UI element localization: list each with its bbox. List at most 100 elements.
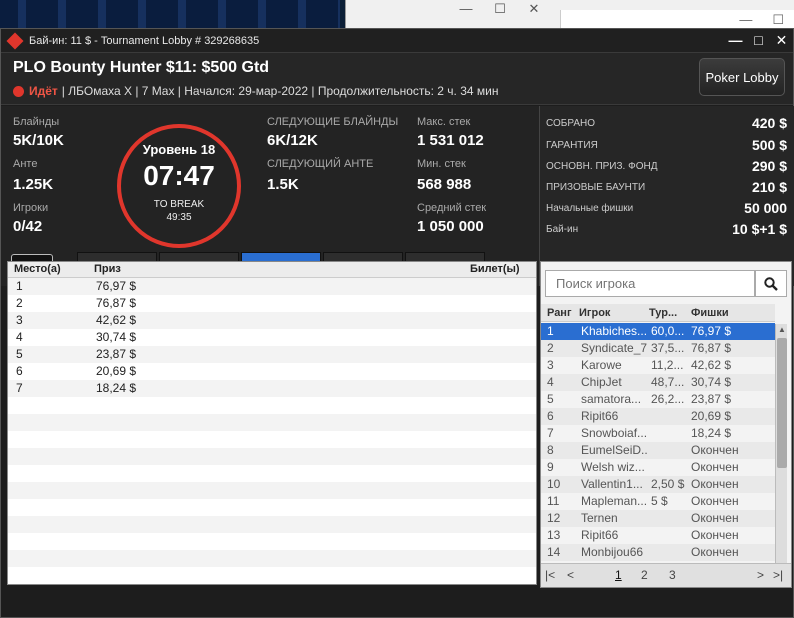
close-icon[interactable]: ✕ [770,32,793,49]
bg-maximize-icon[interactable]: ☐ [490,0,510,18]
next-page-icon[interactable]: > [757,568,764,582]
empty-row [8,567,536,584]
payout-row: 2 76,87 $ [8,295,536,312]
player-chips: 76,87 $ [691,341,732,355]
level-label: Уровень 18 [142,142,216,157]
col-place[interactable]: Место(а) [14,263,61,275]
player-row[interactable]: 6 Ripit66 20,69 $ [541,408,775,425]
payout-row: 1 76,97 $ [8,278,536,295]
payout-place: 1 [16,279,23,293]
level-timer: Уровень 18 07:47 TO BREAK 49:35 [117,124,241,248]
player-row[interactable]: 14 Monbijou66 Окончен [541,544,775,561]
poker-lobby-button[interactable]: Poker Lobby [699,58,785,96]
player-tour: 60,0... [651,324,685,338]
page-1[interactable]: 1 [615,568,622,582]
payout-prize: 20,69 $ [96,364,137,378]
search-button[interactable] [755,270,787,297]
bg-minimize-icon[interactable]: — [456,0,476,18]
player-rank: 10 [547,477,561,491]
players-header: Ранг Игрок Тур... Фишки [541,304,775,322]
prize-label: ПРИЗОВЫЕ БАУНТИ [546,181,646,193]
player-chips: 42,62 $ [691,358,732,372]
player-tour: 5 $ [651,494,668,508]
min-stack-label: Мин. стек [417,158,466,170]
player-row[interactable]: 8 EumelSeiD... Окончен [541,442,775,459]
player-row[interactable]: 3 Karowe 11,2... 42,62 $ [541,357,775,374]
empty-row [8,533,536,550]
scroll-thumb[interactable] [777,338,787,468]
player-chips: Окончен [691,443,739,457]
player-tour: 11,2... [651,358,684,372]
player-search-input[interactable] [545,270,755,297]
col-tour[interactable]: Тур... [649,307,677,319]
col-prize[interactable]: Приз [94,263,121,275]
player-row[interactable]: 13 Ripit66 Окончен [541,527,775,544]
desktop-background [0,0,340,30]
col-chips[interactable]: Фишки [691,307,729,319]
player-name: Syndicate_7 [581,341,647,355]
prev-page-icon[interactable]: < [567,568,574,582]
col-ticket[interactable]: Билет(ы) [470,263,520,275]
prize-label: ГАРАНТИЯ [546,139,598,151]
player-name: Monbijou66 [581,545,644,559]
player-chips: 30,74 $ [691,375,732,389]
player-row[interactable]: 11 Mapleman... 5 $ Окончен [541,493,775,510]
pokerstars-logo-icon [6,32,24,49]
payout-row: 3 42,62 $ [8,312,536,329]
ante-label: Анте [13,158,38,170]
payout-place: 4 [16,330,23,344]
prize-row: ГАРАНТИЯ 500 $ [546,134,787,156]
payouts-table: Место(а) Приз Билет(ы) 1 76,97 $ 2 76,87 $ 3… [7,261,537,585]
payout-prize: 18,24 $ [96,381,137,395]
players-label: Игроки [13,202,49,214]
player-row[interactable]: 12 Ternen Окончен [541,510,775,527]
prize-label: ОСНОВН. ПРИЗ. ФОНД [546,160,658,172]
empty-row [8,448,536,465]
player-row[interactable]: 5 samatora... 26,2... 23,87 $ [541,391,775,408]
col-rank[interactable]: Ранг [547,307,572,319]
status-text: Идёт [29,84,58,98]
last-page-icon[interactable]: >| [773,568,783,582]
player-rank: 5 [547,392,554,406]
player-row[interactable]: 4 ChipJet 48,7... 30,74 $ [541,374,775,391]
empty-row [8,397,536,414]
player-row[interactable]: 9 Welsh wiz... Окончен [541,459,775,476]
title-bar: Бай-ин: 11 $ - Tournament Lobby # 329268… [1,29,793,53]
player-row[interactable]: 10 Vallentin1... 2,50 $ Окончен [541,476,775,493]
player-row[interactable]: 1 Khabiches... 60,0... 76,97 $ [541,323,775,340]
min-stack-value: 568 988 [417,176,472,193]
page-3[interactable]: 3 [669,568,676,582]
empty-row [8,414,536,431]
col-player[interactable]: Игрок [579,307,610,319]
player-name: samatora... [581,392,642,406]
scroll-up-icon[interactable]: ▲ [776,325,788,334]
payouts-body: 1 76,97 $ 2 76,87 $ 3 42,62 $ 4 30,74 $ 5 23,87 $… [8,278,536,584]
first-page-icon[interactable]: |< [545,568,555,582]
bg2-maximize-icon[interactable]: ☐ [772,12,784,28]
player-row[interactable]: 2 Syndicate_7 37,5... 76,87 $ [541,340,775,357]
empty-row [8,482,536,499]
bg2-minimize-icon[interactable]: — [739,12,752,28]
payout-row: 6 20,69 $ [8,363,536,380]
players-list: 1 Khabiches... 60,0... 76,97 $ 2 Syndicate_7 3… [541,323,775,561]
max-stack-value: 1 531 012 [417,132,484,149]
bg-close-icon[interactable]: ✕ [524,0,544,18]
next-blinds-label: СЛЕДУЮЩИЕ БЛАЙНДЫ [267,116,399,128]
players-scrollbar[interactable]: ▲ ▼ [775,324,787,586]
prize-value: 10 $+1 $ [732,221,787,237]
player-rank: 12 [547,511,561,525]
payouts-header: Место(а) Приз Билет(ы) [8,262,536,278]
player-chips: 76,97 $ [691,324,732,338]
minimize-icon[interactable]: — [724,32,747,49]
player-chips: 18,24 $ [691,426,732,440]
player-rank: 6 [547,409,554,423]
avg-stack-label: Средний стек [417,202,487,214]
payout-place: 6 [16,364,23,378]
player-row[interactable]: 7 Snowboiaf... 18,24 $ [541,425,775,442]
maximize-icon[interactable]: □ [747,32,770,49]
page-2[interactable]: 2 [641,568,648,582]
payout-row: 4 30,74 $ [8,329,536,346]
empty-row [8,431,536,448]
player-chips: Окончен [691,494,739,508]
player-chips: Окончен [691,460,739,474]
